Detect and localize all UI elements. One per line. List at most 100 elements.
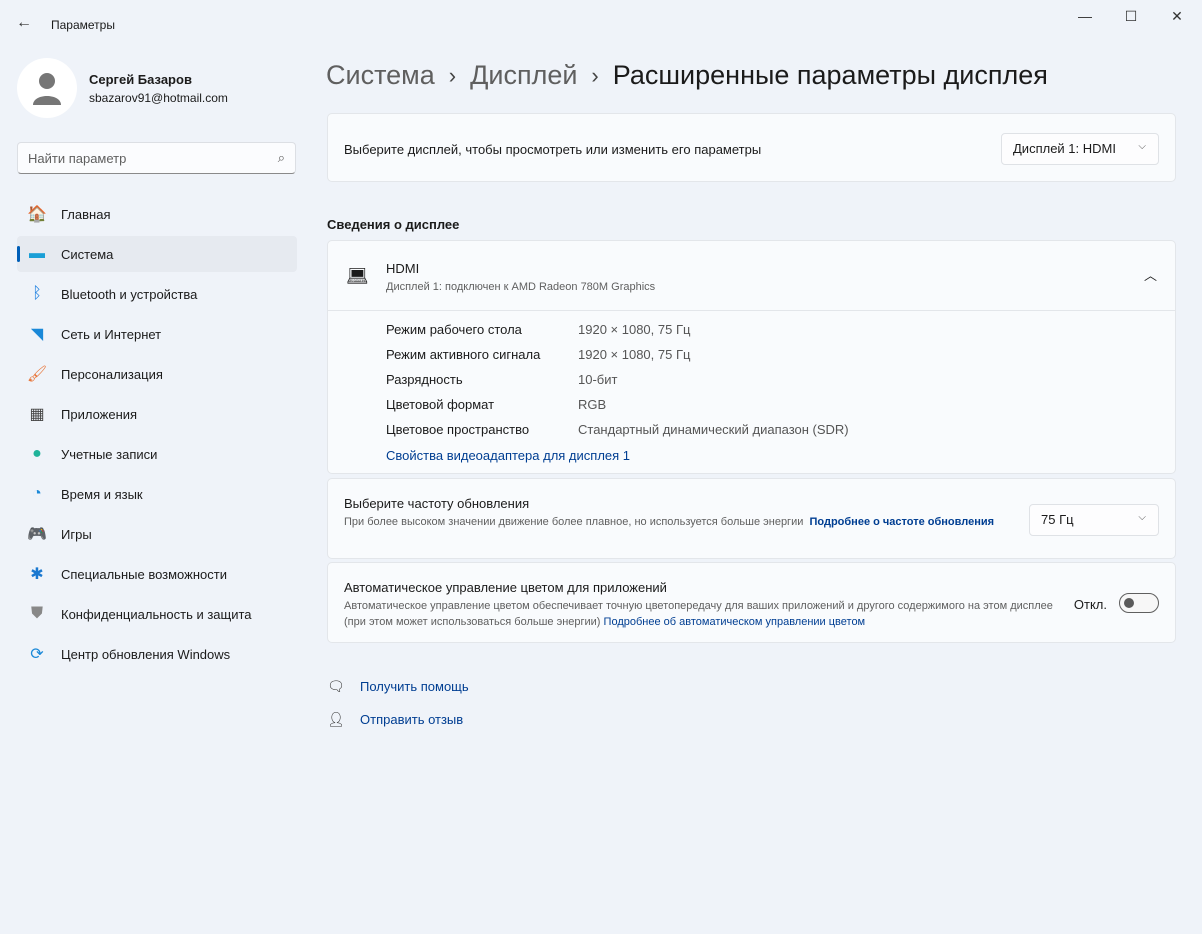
display-info-card: 💻︎ HDMI Дисплей 1: подключен к AMD Radeo…	[327, 240, 1176, 474]
info-row: Разрядность 10-бит	[386, 367, 1175, 392]
sidebar-item-3[interactable]: ◥ Сеть и Интернет	[17, 316, 297, 352]
close-button[interactable]: ✕	[1154, 8, 1200, 25]
chevron-right-icon: ›	[591, 62, 599, 88]
nav-icon: ◥	[30, 326, 44, 343]
sidebar-item-label: Специальные возможности	[61, 566, 227, 582]
sidebar-item-10[interactable]: ⛊ Конфиденциальность и защита	[17, 596, 297, 632]
sidebar-item-label: Время и язык	[61, 486, 143, 502]
sidebar-item-1[interactable]: ▬ Система	[17, 236, 297, 272]
sidebar-item-4[interactable]: 🖌 Персонализация	[17, 356, 297, 392]
page-title: Расширенные параметры дисплея	[612, 60, 1048, 90]
nav-icon: ⛊	[30, 605, 43, 622]
auto-color-toggle[interactable]	[1119, 593, 1159, 613]
nav-icon: ▬	[29, 245, 45, 262]
auto-color-title: Автоматическое управление цветом для при…	[344, 580, 667, 595]
feedback-label: Отправить отзыв	[360, 712, 464, 727]
breadcrumb: Система › Дисплей › Расширенные параметр…	[326, 60, 1048, 91]
sidebar-item-5[interactable]: ▦ Приложения	[17, 396, 297, 432]
adapter-properties-link[interactable]: Свойства видеоадаптера для дисплея 1	[386, 448, 630, 463]
info-value: Стандартный динамический диапазон (SDR)	[578, 422, 849, 437]
sidebar-item-label: Центр обновления Windows	[61, 646, 231, 662]
auto-color-learn-more-link[interactable]: Подробнее об автоматическом управлении ц…	[604, 616, 866, 628]
chevron-down-icon: ⌵	[1138, 141, 1146, 152]
display-dropdown[interactable]: Дисплей 1: HDMI ⌵	[1001, 133, 1159, 165]
sidebar-item-label: Персонализация	[61, 366, 163, 382]
nav-icon: 🎮	[27, 526, 47, 543]
display-info-header[interactable]: 💻︎ HDMI Дисплей 1: подключен к AMD Radeo…	[328, 241, 1175, 311]
nav-icon: 🏠	[27, 206, 47, 223]
nav-icon: ◔	[32, 485, 42, 502]
select-display-label: Выберите дисплей, чтобы просмотреть или …	[344, 142, 762, 157]
nav-icon: ✱	[30, 566, 44, 583]
feedback-link[interactable]: 👤︎ Отправить отзыв	[327, 711, 463, 728]
info-key: Режим рабочего стола	[386, 322, 522, 337]
sidebar-item-label: Приложения	[61, 406, 138, 422]
search-icon[interactable]: ⌕	[278, 150, 285, 166]
title-bar: ← Параметры — ☐ ✕	[0, 0, 1202, 50]
nav-icon: ⟳	[30, 646, 44, 663]
info-row: Цветовой формат RGB	[386, 392, 1175, 417]
nav-icon: ▦	[29, 406, 45, 423]
get-help-link[interactable]: 🗨 Получить помощь	[327, 678, 469, 695]
refresh-desc: При более высоком значении движение боле…	[344, 516, 804, 528]
chevron-right-icon: ›	[448, 62, 457, 88]
info-row: Цветовое пространство Стандартный динамич…	[386, 417, 1175, 442]
sidebar-item-label: Игры	[61, 526, 92, 542]
minimize-button[interactable]: —	[1062, 8, 1108, 24]
search-placeholder: Найти параметр	[28, 151, 127, 166]
info-value: RGB	[578, 397, 607, 412]
refresh-rate-value: 75 Гц	[1041, 512, 1074, 527]
info-value: 1920 × 1080, 75 Гц	[578, 322, 691, 337]
sidebar-item-9[interactable]: ✱ Специальные возможности	[17, 556, 297, 592]
feedback-icon: 👤︎	[327, 711, 345, 727]
sidebar-item-7[interactable]: ◔ Время и язык	[17, 476, 297, 512]
nav-icon: ●	[32, 445, 42, 462]
display-subtitle: Дисплей 1: подключен к AMD Radeon 780M G…	[386, 281, 656, 293]
display-name: HDMI	[386, 261, 420, 276]
sidebar-item-label: Учетные записи	[61, 446, 158, 462]
sidebar-item-8[interactable]: 🎮 Игры	[17, 516, 297, 552]
info-key: Режим активного сигнала	[386, 347, 541, 362]
sidebar-item-label: Система	[61, 246, 114, 262]
search-input[interactable]: Найти параметр ⌕	[17, 142, 296, 174]
back-arrow-icon[interactable]: ←	[16, 14, 32, 32]
section-title: Сведения о дисплее	[327, 217, 460, 232]
sidebar-item-label: Главная	[61, 206, 111, 222]
maximize-button[interactable]: ☐	[1108, 8, 1154, 25]
help-icon: 🗨	[327, 678, 345, 694]
auto-color-card: Автоматическое управление цветом для при…	[327, 562, 1176, 643]
laptop-icon: 💻︎	[346, 266, 369, 286]
info-row: Режим активного сигнала 1920 × 1080, 75 Г…	[386, 342, 1175, 367]
sidebar-item-6[interactable]: ● Учетные записи	[17, 436, 297, 472]
display-dropdown-value: Дисплей 1: HDMI	[1013, 141, 1116, 156]
sidebar-item-2[interactable]: ᛒ Bluetooth и устройства	[17, 276, 297, 312]
chevron-down-icon: ⌵	[1138, 512, 1146, 523]
sidebar-item-label: Конфиденциальность и защита	[61, 606, 252, 622]
sidebar-item-0[interactable]: 🏠 Главная	[17, 196, 297, 232]
refresh-rate-card: Выберите частоту обновления При более вы…	[327, 478, 1176, 559]
sidebar-item-11[interactable]: ⟳ Центр обновления Windows	[17, 636, 297, 672]
refresh-rate-dropdown[interactable]: 75 Гц ⌵	[1029, 504, 1159, 536]
user-email: sbazarov91@hotmail.com	[89, 90, 228, 105]
info-key: Цветовой формат	[386, 397, 495, 412]
get-help-label: Получить помощь	[360, 679, 469, 694]
info-key: Разрядность	[386, 372, 463, 387]
sidebar-item-label: Сеть и Интернет	[61, 326, 162, 342]
info-value: 10-бит	[578, 372, 618, 387]
info-key: Цветовое пространство	[386, 422, 530, 437]
chevron-up-icon[interactable]: ︿	[1144, 265, 1157, 284]
display-info-rows: Режим рабочего стола 1920 × 1080, 75 Гц Ре…	[328, 311, 1175, 442]
sidebar-nav: 🏠 Главная ▬ Система ᛒ Bluetooth и устройства ◥…	[17, 196, 297, 676]
user-profile[interactable]: Сергей Базаров sbazarov91@hotmail.com	[17, 58, 228, 118]
user-name: Сергей Базаров	[89, 71, 192, 87]
avatar	[17, 58, 77, 118]
refresh-learn-more-link[interactable]: Подробнее о частоте обновления	[809, 516, 994, 528]
sidebar-item-label: Bluetooth и устройства	[61, 286, 198, 302]
breadcrumb-display[interactable]: Дисплей	[470, 60, 577, 91]
nav-icon: ᛒ	[32, 285, 42, 302]
select-display-card: Выберите дисплей, чтобы просмотреть или …	[327, 113, 1176, 182]
breadcrumb-system[interactable]: Система	[326, 60, 435, 91]
toggle-state-label: Откл.	[1073, 597, 1107, 612]
refresh-title: Выберите частоту обновления	[344, 496, 530, 511]
info-row: Режим рабочего стола 1920 × 1080, 75 Гц	[386, 317, 1175, 342]
